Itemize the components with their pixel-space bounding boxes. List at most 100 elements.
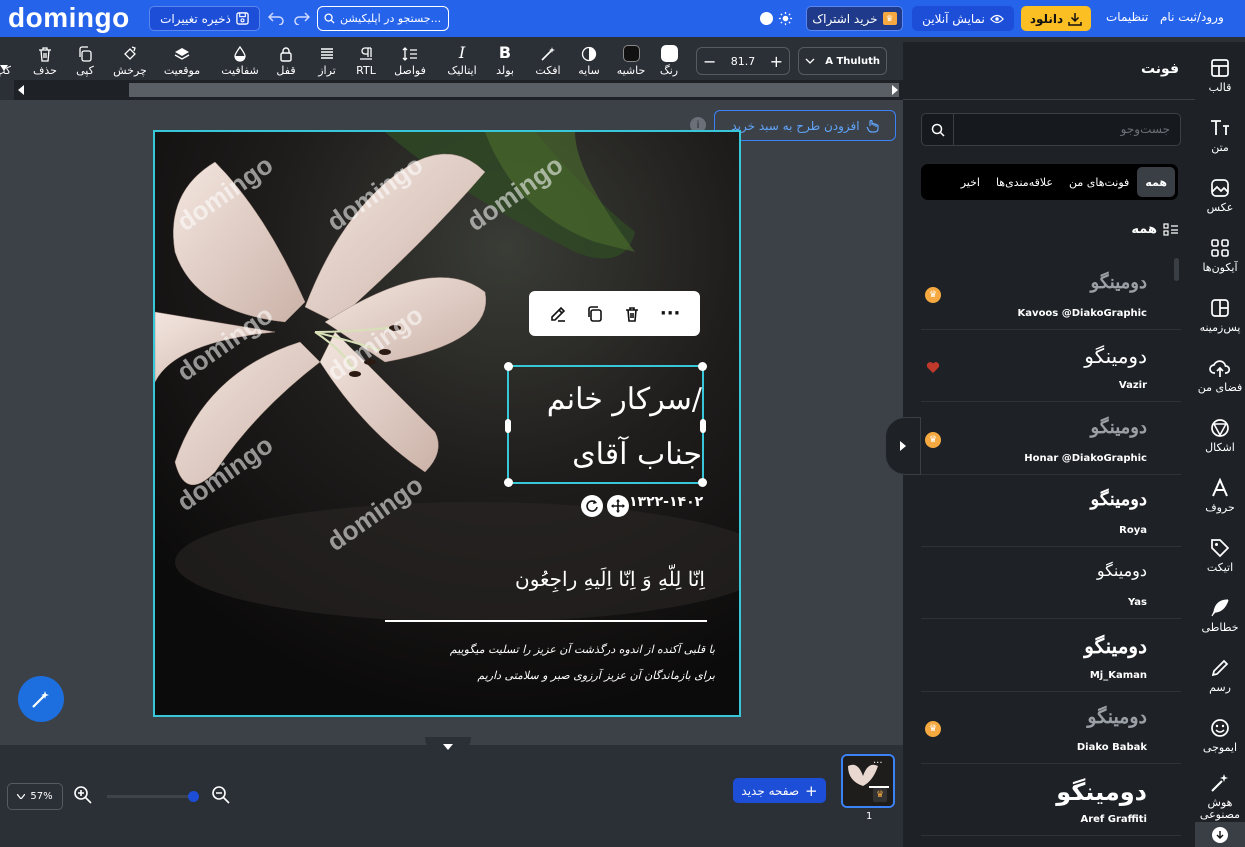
collapse-toggle[interactable] [425, 737, 471, 757]
font-card[interactable]: دومینگو Mj_Kaman [921, 622, 1181, 692]
decrease-size-icon[interactable]: − [703, 52, 716, 71]
favorite-heart-icon[interactable] [925, 359, 941, 375]
subscribe-button[interactable]: خرید اشتراک ♛ [806, 6, 903, 31]
download-button[interactable]: دانلود [1021, 6, 1091, 31]
redo-icon[interactable] [294, 11, 310, 25]
tool-copy[interactable]: کپی [65, 42, 105, 80]
font-card[interactable]: دومینگو Honar @DiakoGraphic ♛ [921, 405, 1181, 475]
resize-handle[interactable] [504, 362, 513, 371]
add-to-cart-button[interactable]: افزودن طرح به سبد خرید [714, 110, 896, 141]
login-link[interactable]: ورود/ثبت نام [1160, 10, 1224, 24]
tool-more[interactable]: کپ [0, 42, 23, 80]
condolence-message[interactable]: با قلبی آکنده از اندوه درگذشت آن عزیز را… [370, 637, 715, 689]
align-icon [319, 42, 335, 62]
tool-effect-wand[interactable]: افکت [528, 42, 568, 80]
copy-icon [77, 42, 93, 62]
edit-icon[interactable] [549, 305, 567, 323]
font-card[interactable]: دومینگو Roya [921, 477, 1181, 547]
selection-box[interactable] [504, 362, 707, 487]
rail-item-background[interactable]: پس‌زمینه [1195, 286, 1245, 346]
new-page-button[interactable]: صفحه جدید + [733, 778, 826, 803]
move-handle-icon[interactable] [607, 495, 629, 517]
tool-bold[interactable]: B بولد [485, 42, 525, 80]
logo[interactable]: domingo [8, 2, 130, 34]
verse-text[interactable]: اِنّا لِلّهِ وَ اِنّا اِلَیهِ راجِعُون [515, 567, 705, 591]
app-search-input[interactable]: جستجو در اپلیکیشن... [317, 6, 449, 31]
search-icon[interactable] [922, 114, 954, 145]
rail-item-letters[interactable]: حروف [1195, 466, 1245, 526]
preview-label: نمایش آنلاین [922, 11, 985, 26]
subscribe-label: خرید اشتراک [812, 11, 878, 26]
rail-item-emoji[interactable]: ایموجی [1195, 706, 1245, 766]
rail-scroll-down[interactable] [1195, 822, 1245, 847]
tool-layers[interactable]: موقعیت [162, 42, 202, 80]
horizontal-scrollbar[interactable] [14, 80, 904, 100]
tool-italic[interactable]: I ایتالیک [442, 42, 482, 80]
undo-icon[interactable] [268, 11, 284, 25]
tool-shadow[interactable]: سایه [569, 42, 609, 80]
rail-item-image[interactable]: عکس [1195, 166, 1245, 226]
rail-item-ai-wand[interactable]: هوش مصنوعی [1195, 766, 1245, 828]
tool-color-swatch[interactable]: رنگ [649, 42, 689, 80]
collapse-panel-toggle[interactable] [885, 417, 921, 475]
tool-align[interactable]: تراز [307, 42, 347, 80]
font-size-stepper[interactable]: − 81.7 + [696, 47, 790, 75]
zoom-slider[interactable] [107, 791, 199, 802]
tab-all[interactable]: همه [1137, 167, 1175, 197]
resize-handle[interactable] [504, 478, 513, 487]
zoom-out-icon[interactable] [211, 785, 231, 805]
resize-handle[interactable] [700, 419, 706, 433]
tool-stroke-swatch[interactable]: حاشیه [611, 42, 651, 80]
tool-trash[interactable]: حذف [25, 42, 65, 80]
resize-handle[interactable] [505, 419, 511, 433]
tab-my-fonts[interactable]: فونت‌های من [1061, 167, 1137, 197]
save-button[interactable]: ذخیره تغییرات [149, 6, 260, 31]
zoom-slider-thumb[interactable] [188, 791, 199, 802]
resize-handle[interactable] [698, 362, 707, 371]
font-size-value[interactable]: 81.7 [731, 55, 756, 68]
scroll-left-icon[interactable] [18, 85, 24, 95]
scroll-thumb[interactable] [129, 83, 899, 97]
rail-item-text[interactable]: متن [1195, 106, 1245, 166]
rail-item-upload-cloud[interactable]: فضای من [1195, 346, 1245, 406]
more-options-icon[interactable]: ··· [660, 304, 681, 322]
font-family-select[interactable]: A Thuluth [798, 47, 887, 75]
scroll-right-icon[interactable] [892, 85, 898, 95]
page-thumbnail[interactable]: ··· ♛ [841, 754, 895, 808]
tool-opacity[interactable]: شفافیت [220, 42, 260, 80]
font-card[interactable]: دومینگو Kavoos @DiakoGraphic ♛ [921, 260, 1181, 330]
rotate-handle-icon[interactable] [581, 495, 603, 517]
rail-item-pencil[interactable]: رسم [1195, 646, 1245, 706]
magic-assistant-button[interactable] [18, 676, 64, 722]
rail-item-tag[interactable]: اتیکت [1195, 526, 1245, 586]
theme-toggle[interactable] [758, 10, 794, 27]
rail-item-template[interactable]: قالب [1195, 46, 1245, 106]
thumbnail-more-icon[interactable]: ··· [873, 758, 883, 769]
rail-item-icons-grid[interactable]: آیکون‌ها [1195, 226, 1245, 286]
increase-size-icon[interactable]: + [770, 52, 783, 71]
font-name: Roya [1119, 524, 1147, 536]
font-card[interactable]: دومینگو Diako Babak ♛ [921, 694, 1181, 764]
delete-icon[interactable] [623, 305, 641, 323]
preview-button[interactable]: نمایش آنلاین [912, 6, 1014, 31]
tool-lock[interactable]: قفل [266, 42, 306, 80]
section-header: همه [1131, 222, 1179, 237]
font-search-input[interactable]: جست‌وجو [921, 113, 1181, 146]
settings-link[interactable]: تنظیمات [1106, 10, 1148, 24]
font-card[interactable]: دومینگو Yas [921, 549, 1181, 620]
tool-rtl[interactable]: RTL [346, 42, 386, 80]
duplicate-icon[interactable] [586, 305, 604, 323]
resize-handle[interactable] [698, 478, 707, 487]
rail-item-feather[interactable]: خطاطی [1195, 586, 1245, 646]
rail-item-shapes[interactable]: اشکال [1195, 406, 1245, 466]
tab-recent[interactable]: اخیر [953, 167, 988, 197]
zoom-select[interactable]: 57% [7, 783, 63, 810]
font-name: Mj_Kaman [1089, 669, 1147, 681]
tool-spacing[interactable]: فواصل [390, 42, 430, 80]
dates-text[interactable]: ۱۳۲۲-۱۴۰۲ [629, 494, 703, 510]
tool-rotate[interactable]: چرخش [110, 42, 150, 80]
font-card[interactable]: دومینگو Vazir [921, 332, 1181, 403]
font-card[interactable]: دومینگو Aref Graffiti [921, 766, 1181, 837]
zoom-in-icon[interactable] [73, 785, 93, 805]
tab-favorites[interactable]: علاقه‌مندی‌ها [988, 167, 1061, 197]
